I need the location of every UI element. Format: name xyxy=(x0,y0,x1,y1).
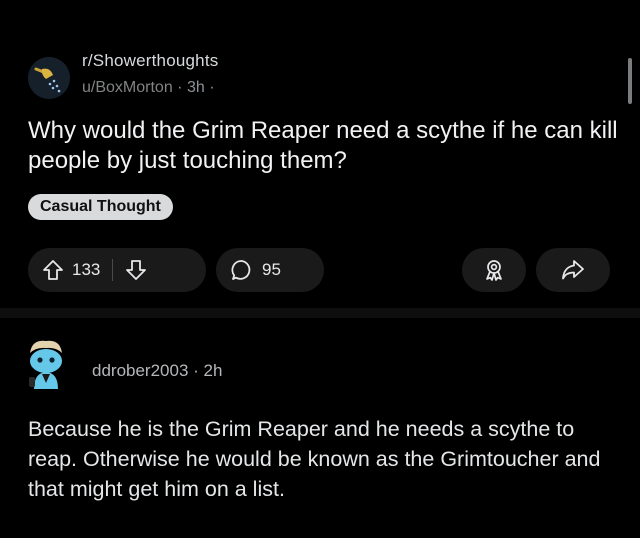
comments-button[interactable]: 95 xyxy=(216,248,324,292)
share-button[interactable] xyxy=(536,248,610,292)
comment-author[interactable]: ddrober2003 xyxy=(92,361,188,380)
post-meta: u/BoxMorton · 3h · xyxy=(82,79,215,97)
meta-separator: · xyxy=(177,79,187,96)
post-author[interactable]: u/BoxMorton xyxy=(82,79,173,96)
upvote-arrow-icon[interactable] xyxy=(42,259,64,281)
comment-count: 95 xyxy=(262,260,281,279)
comment-bubble-icon xyxy=(230,258,254,282)
award-icon xyxy=(482,258,506,282)
post-flair-badge[interactable]: Casual Thought xyxy=(28,194,173,220)
section-divider xyxy=(0,308,640,318)
comment-age: 2h xyxy=(203,361,223,380)
scrollbar-thumb[interactable] xyxy=(628,58,632,104)
comment-meta: ddrober2003 · 2h xyxy=(92,361,222,381)
share-arrow-icon xyxy=(560,258,586,282)
comment-body: Because he is the Grim Reaper and he nee… xyxy=(28,417,601,501)
award-button[interactable] xyxy=(462,248,526,292)
post-age: 3h xyxy=(186,79,205,96)
downvote-arrow-icon[interactable] xyxy=(125,259,147,281)
meta-separator-trailing: · xyxy=(209,79,215,96)
comment-meta-separator: · xyxy=(193,361,204,380)
commenter-avatar-icon[interactable] xyxy=(22,337,70,389)
vote-divider xyxy=(112,259,114,281)
upvote-count: 133 xyxy=(72,260,101,279)
vote-control: 133 xyxy=(28,248,206,292)
post-title[interactable]: Why would the Grim Reaper need a scythe … xyxy=(28,116,628,176)
subreddit-name[interactable]: r/Showerthoughts xyxy=(82,51,218,71)
subreddit-avatar-icon[interactable] xyxy=(28,57,70,99)
